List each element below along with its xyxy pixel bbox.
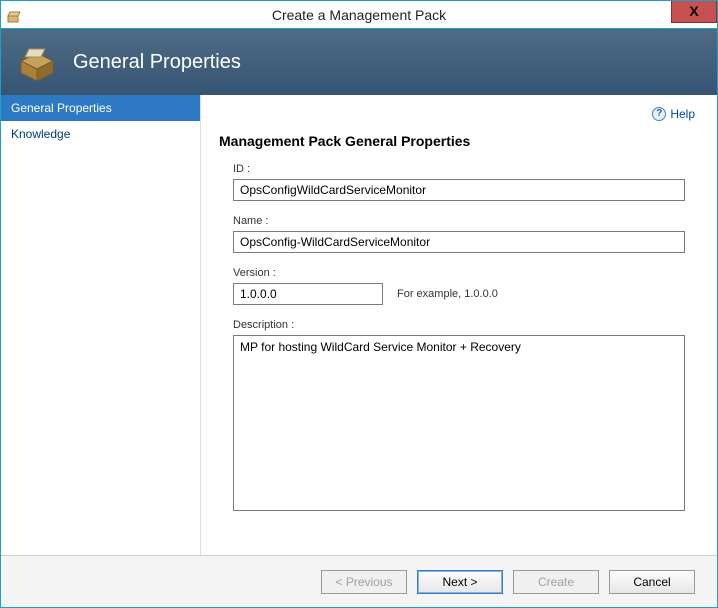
help-icon: ? [652, 107, 666, 121]
version-hint: For example, 1.0.0.0 [397, 288, 498, 300]
description-label: Description : [233, 319, 695, 331]
id-label: ID : [233, 163, 695, 175]
create-button: Create [513, 570, 599, 594]
help-label: Help [670, 107, 695, 121]
previous-button: < Previous [321, 570, 407, 594]
window-title: Create a Management Pack [272, 7, 446, 23]
wizard-banner: General Properties [1, 29, 717, 95]
section-title: Management Pack General Properties [219, 133, 695, 149]
sidebar-item-label: General Properties [11, 101, 112, 115]
name-label: Name : [233, 215, 695, 227]
sidebar-item-knowledge[interactable]: Knowledge [1, 121, 200, 147]
sidebar-item-general-properties[interactable]: General Properties [1, 95, 200, 121]
id-input[interactable] [233, 179, 685, 201]
description-textarea[interactable] [233, 335, 685, 511]
package-icon [15, 39, 59, 86]
next-button[interactable]: Next > [417, 570, 503, 594]
title-bar: Create a Management Pack X [1, 1, 717, 29]
wizard-main: ? Help Management Pack General Propertie… [201, 95, 717, 555]
version-input[interactable] [233, 283, 383, 305]
cancel-button[interactable]: Cancel [609, 570, 695, 594]
sidebar-item-label: Knowledge [11, 127, 70, 141]
banner-title: General Properties [73, 51, 241, 74]
close-button[interactable]: X [671, 1, 717, 23]
wizard-sidebar: General Properties Knowledge [1, 95, 201, 555]
help-link[interactable]: ? Help [652, 107, 695, 121]
version-label: Version : [233, 267, 695, 279]
wizard-body: General Properties Knowledge ? Help Mana… [1, 95, 717, 555]
name-input[interactable] [233, 231, 685, 253]
wizard-footer: < Previous Next > Create Cancel [1, 555, 717, 607]
app-icon [7, 7, 23, 23]
